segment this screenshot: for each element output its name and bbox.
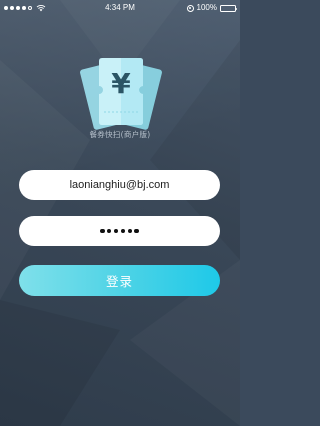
email-field[interactable] bbox=[19, 170, 220, 200]
password-dot bbox=[100, 228, 105, 234]
email-input[interactable] bbox=[19, 179, 220, 191]
app-subtitle: 餐券快扫(商户版) bbox=[89, 130, 151, 139]
status-bar: 4:34 PM 100% bbox=[0, 0, 240, 16]
password-dot bbox=[127, 228, 132, 234]
password-dot bbox=[107, 228, 112, 234]
password-dot bbox=[134, 228, 139, 234]
battery-percent: 100% bbox=[196, 3, 217, 12]
orientation-lock-icon bbox=[186, 4, 194, 12]
password-dots bbox=[100, 228, 139, 234]
password-dot bbox=[120, 228, 125, 234]
password-dot bbox=[114, 228, 119, 234]
svg-text:¥: ¥ bbox=[111, 67, 131, 100]
battery-icon bbox=[220, 4, 238, 12]
login-button[interactable]: 登录 bbox=[19, 265, 220, 296]
password-field[interactable] bbox=[19, 216, 220, 246]
ticket-yen-icon: ¥ bbox=[80, 58, 162, 130]
